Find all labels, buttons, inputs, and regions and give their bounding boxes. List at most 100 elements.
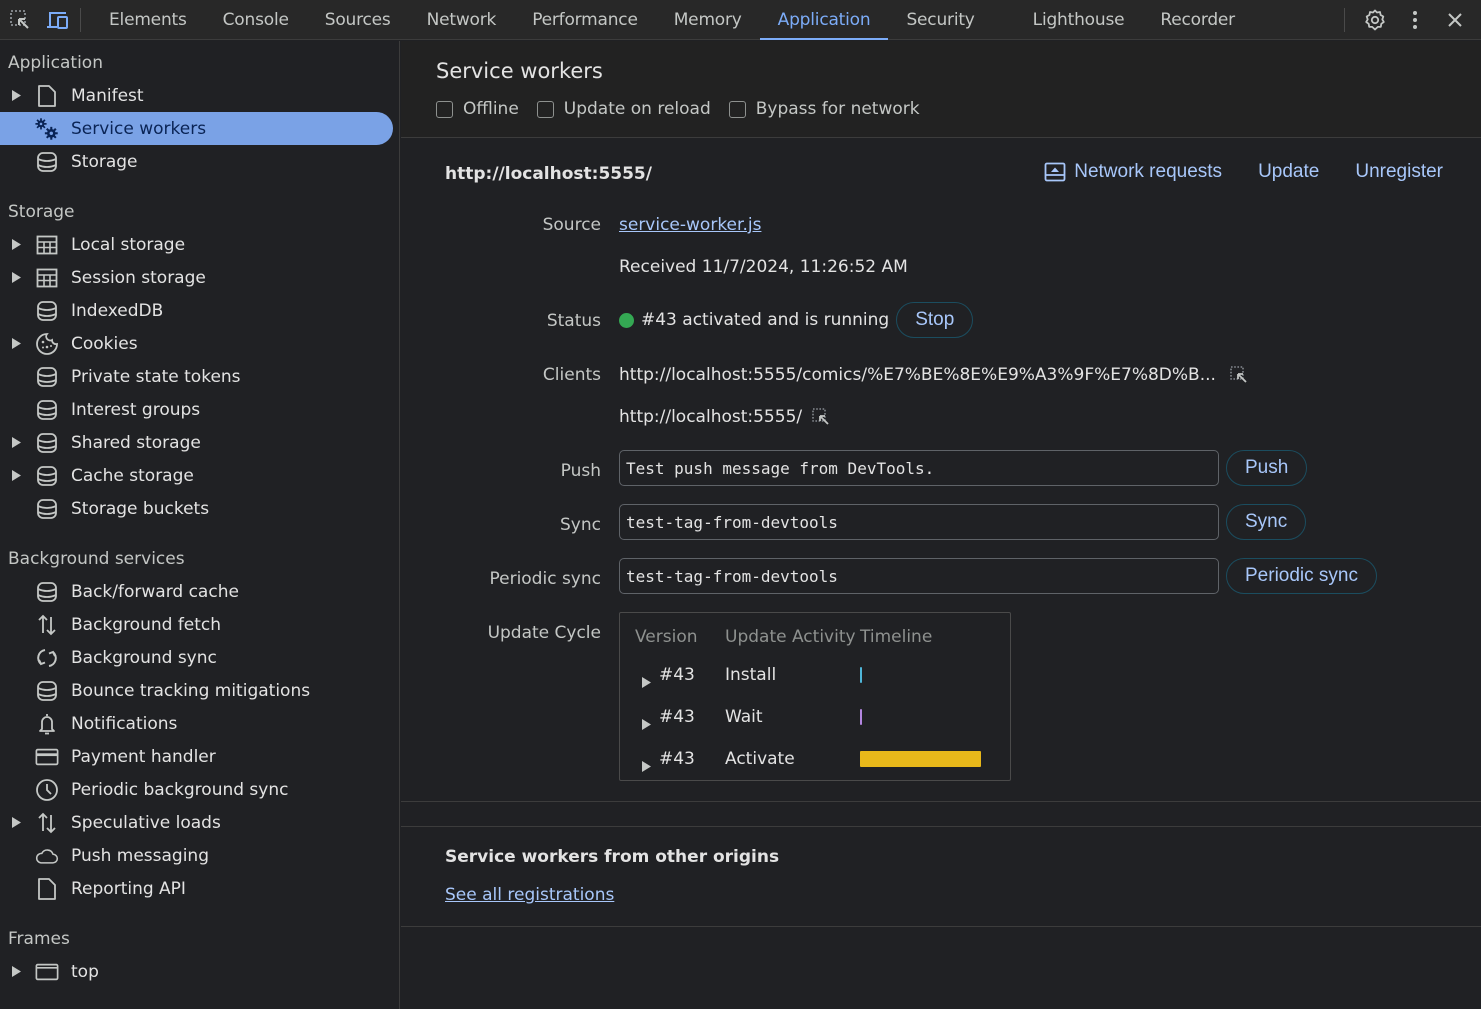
sidebar-item-speculative-loads[interactable]: Speculative loads: [0, 806, 399, 839]
device-toolbar-icon[interactable]: [46, 8, 70, 32]
sidebar-item-cache-storage[interactable]: Cache storage: [0, 459, 399, 492]
tab-sources[interactable]: Sources: [307, 0, 409, 40]
periodic-sync-tag-input[interactable]: [619, 558, 1219, 594]
update-on-reload-checkbox[interactable]: Update on reload: [536, 99, 711, 119]
offline-checkbox[interactable]: Offline: [436, 99, 519, 119]
sidebar-item-session-storage[interactable]: Session storage: [0, 261, 399, 294]
focus-client-icon[interactable]: [1230, 366, 1248, 384]
see-all-registrations-link[interactable]: See all registrations: [445, 885, 614, 905]
expand-arrow-icon[interactable]: [12, 437, 22, 449]
expand-arrow-icon[interactable]: [12, 817, 22, 829]
sidebar-item-periodic-background-sync[interactable]: Periodic background sync: [0, 773, 399, 806]
unregister-button[interactable]: Unregister: [1355, 161, 1443, 183]
sidebar-item-service-workers[interactable]: Service workers: [0, 112, 393, 145]
activity-cell: Wait: [725, 707, 763, 727]
source-file-link[interactable]: service-worker.js: [619, 215, 761, 235]
sidebar-item-label: Speculative loads: [71, 812, 221, 833]
frame-icon: [35, 960, 59, 984]
sidebar-item-cookies[interactable]: Cookies: [0, 327, 399, 360]
document-icon: [35, 84, 59, 108]
column-header-update-activity: Update Activity: [725, 627, 856, 647]
push-label: Push: [560, 461, 601, 481]
tab-console[interactable]: Console: [205, 0, 307, 40]
sync-button[interactable]: Sync: [1226, 504, 1307, 540]
checkbox-box[interactable]: [436, 100, 453, 118]
sidebar-item-label: Local storage: [71, 234, 186, 255]
close-icon[interactable]: [1435, 0, 1475, 40]
database-icon: [35, 398, 59, 422]
sidebar-item-reporting-api[interactable]: Reporting API: [0, 872, 399, 905]
checkbox-box[interactable]: [536, 100, 554, 118]
sidebar-item-label: Manifest: [71, 85, 144, 106]
expand-arrow-icon[interactable]: [12, 272, 22, 284]
sidebar-item-private-state-tokens[interactable]: Private state tokens: [0, 360, 399, 393]
sidebar-item-push-messaging[interactable]: Push messaging: [0, 839, 399, 872]
update-button[interactable]: Update: [1258, 161, 1319, 183]
sidebar-item-background-sync[interactable]: Background sync: [0, 641, 399, 674]
expand-arrow-icon[interactable]: [642, 673, 651, 693]
activity-cell: Activate: [725, 749, 795, 769]
sidebar-item-storage[interactable]: Storage: [0, 145, 399, 178]
expand-arrow-icon[interactable]: [642, 757, 651, 777]
other-origins-section: Service workers from other origins See a…: [401, 826, 1481, 927]
sidebar-item-label: top: [71, 961, 99, 982]
expand-arrow-icon[interactable]: [642, 715, 651, 735]
bell-icon: [35, 712, 59, 736]
settings-gear-icon[interactable]: [1355, 0, 1395, 40]
network-requests-button[interactable]: Network requests: [1044, 161, 1222, 183]
column-header-version: Version: [635, 627, 698, 647]
inspect-element-icon[interactable]: [8, 8, 32, 32]
push-button[interactable]: Push: [1226, 450, 1308, 486]
tab-network[interactable]: Network: [409, 0, 515, 40]
version-cell: #43: [659, 665, 695, 685]
more-options-icon[interactable]: [1395, 0, 1435, 40]
sidebar-item-payment-handler[interactable]: Payment handler: [0, 740, 399, 773]
sidebar-item-label: Session storage: [71, 267, 206, 288]
sidebar-item-notifications[interactable]: Notifications: [0, 707, 399, 740]
tab-application[interactable]: Application: [759, 0, 889, 40]
sidebar-item-background-fetch[interactable]: Background fetch: [0, 608, 399, 641]
credit-card-icon: [35, 745, 59, 769]
sidebar-item-shared-storage[interactable]: Shared storage: [0, 426, 399, 459]
tab-security[interactable]: Security: [888, 0, 992, 40]
update-cycle-table: Version Update Activity Timeline #43 Ins…: [619, 612, 1011, 781]
up-down-arrows-icon: [35, 811, 59, 835]
sidebar-item-storage-buckets[interactable]: Storage buckets: [0, 492, 399, 525]
client-item: http://localhost:5555/comics/%E7%BE%8E%E…: [619, 365, 1248, 385]
sidebar-item-manifest[interactable]: Manifest: [0, 79, 399, 112]
sync-tag-input[interactable]: [619, 504, 1219, 540]
stop-button[interactable]: Stop: [896, 302, 974, 338]
up-down-arrows-icon: [35, 613, 59, 637]
sidebar-item-top[interactable]: top: [0, 955, 399, 988]
expand-arrow-icon[interactable]: [12, 966, 22, 978]
sidebar-item-bounce-tracking-mitigations[interactable]: Bounce tracking mitigations: [0, 674, 399, 707]
expand-arrow-icon[interactable]: [12, 90, 22, 102]
toolbar-divider: [1344, 8, 1345, 32]
checkbox-box[interactable]: [728, 100, 746, 118]
source-label: Source: [542, 215, 601, 235]
sidebar-item-indexeddb[interactable]: IndexedDB: [0, 294, 399, 327]
periodic-sync-label: Periodic sync: [489, 569, 601, 589]
expand-arrow-icon[interactable]: [12, 338, 22, 350]
push-message-input[interactable]: [619, 450, 1219, 486]
expand-arrow-icon[interactable]: [12, 470, 22, 482]
expand-arrow-icon[interactable]: [12, 239, 22, 251]
section-header-application: Application: [8, 52, 103, 73]
sidebar-item-label: Storage: [71, 151, 138, 172]
tab-memory[interactable]: Memory: [656, 0, 760, 40]
periodic-sync-button[interactable]: Periodic sync: [1226, 558, 1377, 594]
tab-lighthouse[interactable]: Lighthouse: [1015, 0, 1143, 40]
bypass-for-network-checkbox[interactable]: Bypass for network: [728, 99, 920, 119]
sidebar-item-back-forward-cache[interactable]: Back/forward cache: [0, 575, 399, 608]
devtools-toolbar: Elements Console Sources Network Perform…: [0, 0, 1481, 40]
tab-performance[interactable]: Performance: [514, 0, 656, 40]
tab-elements[interactable]: Elements: [91, 0, 205, 40]
sidebar-item-local-storage[interactable]: Local storage: [0, 228, 399, 261]
sidebar-item-label: Background fetch: [71, 614, 222, 635]
application-sidebar: Application Manifest Service workers Storag…: [0, 41, 400, 1009]
focus-client-icon[interactable]: [812, 408, 830, 426]
cookie-icon: [35, 332, 59, 356]
sidebar-item-label: Background sync: [71, 647, 217, 668]
sidebar-item-interest-groups[interactable]: Interest groups: [0, 393, 399, 426]
tab-recorder[interactable]: Recorder: [1142, 0, 1253, 40]
